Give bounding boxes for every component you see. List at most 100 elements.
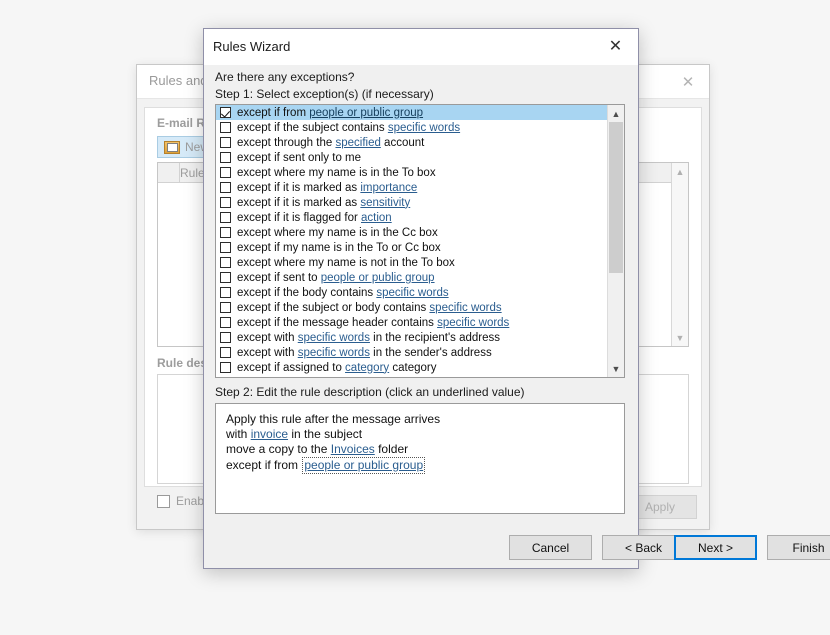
static-text: except if it is marked as (237, 182, 360, 194)
exception-checkbox[interactable] (220, 302, 231, 313)
static-text: except if the subject contains (237, 122, 388, 134)
underlined-value[interactable]: people or public group (309, 107, 423, 119)
exception-label: except through the specified account (237, 137, 424, 149)
exception-checkbox[interactable] (220, 242, 231, 253)
chevron-down-icon[interactable]: ▼ (672, 329, 688, 346)
exception-row[interactable]: except if it is marked as importance (216, 180, 607, 195)
exception-row[interactable]: except if the subject contains specific … (216, 120, 607, 135)
rules-wizard-body: Are there any exceptions? Step 1: Select… (204, 65, 638, 568)
underlined-value[interactable]: importance (360, 182, 417, 194)
exception-label: except if the subject contains specific … (237, 122, 460, 134)
exception-row[interactable]: except if sent only to me (216, 150, 607, 165)
exception-row[interactable]: except if sent to people or public group (216, 270, 607, 285)
exceptions-listbox[interactable]: except if from people or public group exc… (215, 104, 625, 378)
exception-label: except if the body contains specific wor… (237, 287, 449, 299)
underlined-value[interactable]: sensitivity (360, 197, 410, 209)
rules-list-checkbox-column (158, 163, 180, 182)
exception-row[interactable]: except where my name is in the To box (216, 165, 607, 180)
exception-label: except with specific words in the recipi… (237, 332, 500, 344)
underlined-value[interactable]: specific words (376, 287, 448, 299)
static-text: except if the subject or body contains (237, 302, 429, 314)
exception-label: except where my name is in the To box (237, 167, 436, 179)
wizard-question: Are there any exceptions? (215, 70, 354, 84)
exception-checkbox[interactable] (220, 212, 231, 223)
exceptions-list[interactable]: except if from people or public group exc… (216, 105, 607, 377)
static-text: except if sent to (237, 272, 321, 284)
cancel-button[interactable]: Cancel (509, 535, 592, 560)
static-text: folder (375, 442, 408, 456)
exception-row[interactable]: except if it is flagged for action (216, 210, 607, 225)
rule-description-editor[interactable]: Apply this rule after the message arrive… (215, 403, 625, 514)
next-button[interactable]: Next > (674, 535, 757, 560)
exception-row[interactable]: except where my name is not in the To bo… (216, 255, 607, 270)
exception-checkbox[interactable] (220, 317, 231, 328)
exceptions-scrollbar[interactable]: ▲ ▼ (607, 105, 624, 377)
exception-checkbox[interactable] (220, 197, 231, 208)
exception-row[interactable]: except if from people or public group (216, 105, 607, 120)
exception-row[interactable]: except if the body contains specific wor… (216, 285, 607, 300)
exception-row[interactable]: except with specific words in the recipi… (216, 330, 607, 345)
static-text: except with (237, 332, 298, 344)
finish-button[interactable]: Finish (767, 535, 830, 560)
static-text: in the recipient's address (370, 332, 500, 344)
exception-label: except if sent to people or public group (237, 272, 435, 284)
rules-wizard-title: Rules Wizard (213, 39, 290, 54)
exception-row[interactable]: except if the message header contains sp… (216, 315, 607, 330)
static-text: move a copy to the (226, 442, 331, 456)
underlined-value[interactable]: specific words (437, 317, 509, 329)
focused-underlined-value[interactable]: people or public group (302, 457, 425, 474)
underlined-value[interactable]: specific words (429, 302, 501, 314)
chevron-down-icon[interactable]: ▼ (608, 360, 624, 377)
static-text: except where my name is in the To box (237, 167, 436, 179)
chevron-up-icon[interactable]: ▲ (672, 163, 688, 180)
rule-description-line: move a copy to the Invoices folder (226, 442, 614, 457)
underlined-value[interactable]: people or public group (321, 272, 435, 284)
exception-checkbox[interactable] (220, 227, 231, 238)
exception-row[interactable]: except if it is marked as sensitivity (216, 195, 607, 210)
exception-row[interactable]: except if the subject or body contains s… (216, 300, 607, 315)
rules-list-scrollbar[interactable]: ▲ ▼ (671, 163, 688, 346)
underlined-value[interactable]: specific words (388, 122, 460, 134)
static-text: except if the message header contains (237, 317, 437, 329)
static-text: except where my name is not in the To bo… (237, 257, 455, 269)
underlined-value[interactable]: specific words (298, 347, 370, 359)
exception-row[interactable]: except where my name is in the Cc box (216, 225, 607, 240)
underlined-value[interactable]: Invoices (331, 442, 375, 456)
underlined-value[interactable]: category (345, 362, 389, 374)
scrollbar-thumb[interactable] (609, 122, 623, 273)
chevron-up-icon[interactable]: ▲ (608, 105, 624, 122)
underlined-value[interactable]: specific words (298, 332, 370, 344)
exception-label: except if it is marked as importance (237, 182, 417, 194)
exception-checkbox[interactable] (220, 152, 231, 163)
underlined-value[interactable]: invoice (251, 427, 288, 441)
underlined-value[interactable]: specified (335, 137, 380, 149)
exception-label: except where my name is not in the To bo… (237, 257, 455, 269)
underlined-value[interactable]: action (361, 212, 392, 224)
exception-row[interactable]: except if assigned to category category (216, 360, 607, 375)
exception-row[interactable]: except through the specified account (216, 135, 607, 150)
exception-checkbox[interactable] (220, 287, 231, 298)
exception-checkbox[interactable] (220, 347, 231, 358)
exception-checkbox[interactable] (220, 107, 231, 118)
exception-label: except if assigned to category category (237, 362, 436, 374)
exception-label: except if from people or public group (237, 107, 423, 119)
exception-row[interactable]: except if my name is in the To or Cc box (216, 240, 607, 255)
exception-checkbox[interactable] (220, 167, 231, 178)
step1-label: Step 1: Select exception(s) (if necessar… (215, 87, 434, 101)
static-text: in the sender's address (370, 347, 492, 359)
exception-checkbox[interactable] (220, 362, 231, 373)
exception-checkbox[interactable] (220, 272, 231, 283)
exception-checkbox[interactable] (220, 332, 231, 343)
close-icon[interactable]: ✕ (675, 71, 701, 93)
exception-checkbox[interactable] (220, 122, 231, 133)
exception-checkbox[interactable] (220, 257, 231, 268)
enable-rules-checkbox-box[interactable] (157, 495, 170, 508)
back-button[interactable]: < Back (602, 535, 685, 560)
rules-wizard-dialog: Rules Wizard ✕ Are there any exceptions?… (203, 28, 639, 569)
dialog-buttons: Cancel < Back Next > Finish (204, 535, 638, 575)
static-text: account (381, 137, 424, 149)
close-icon[interactable]: ✕ (593, 29, 638, 65)
exception-checkbox[interactable] (220, 182, 231, 193)
exception-row[interactable]: except with specific words in the sender… (216, 345, 607, 360)
exception-checkbox[interactable] (220, 137, 231, 148)
